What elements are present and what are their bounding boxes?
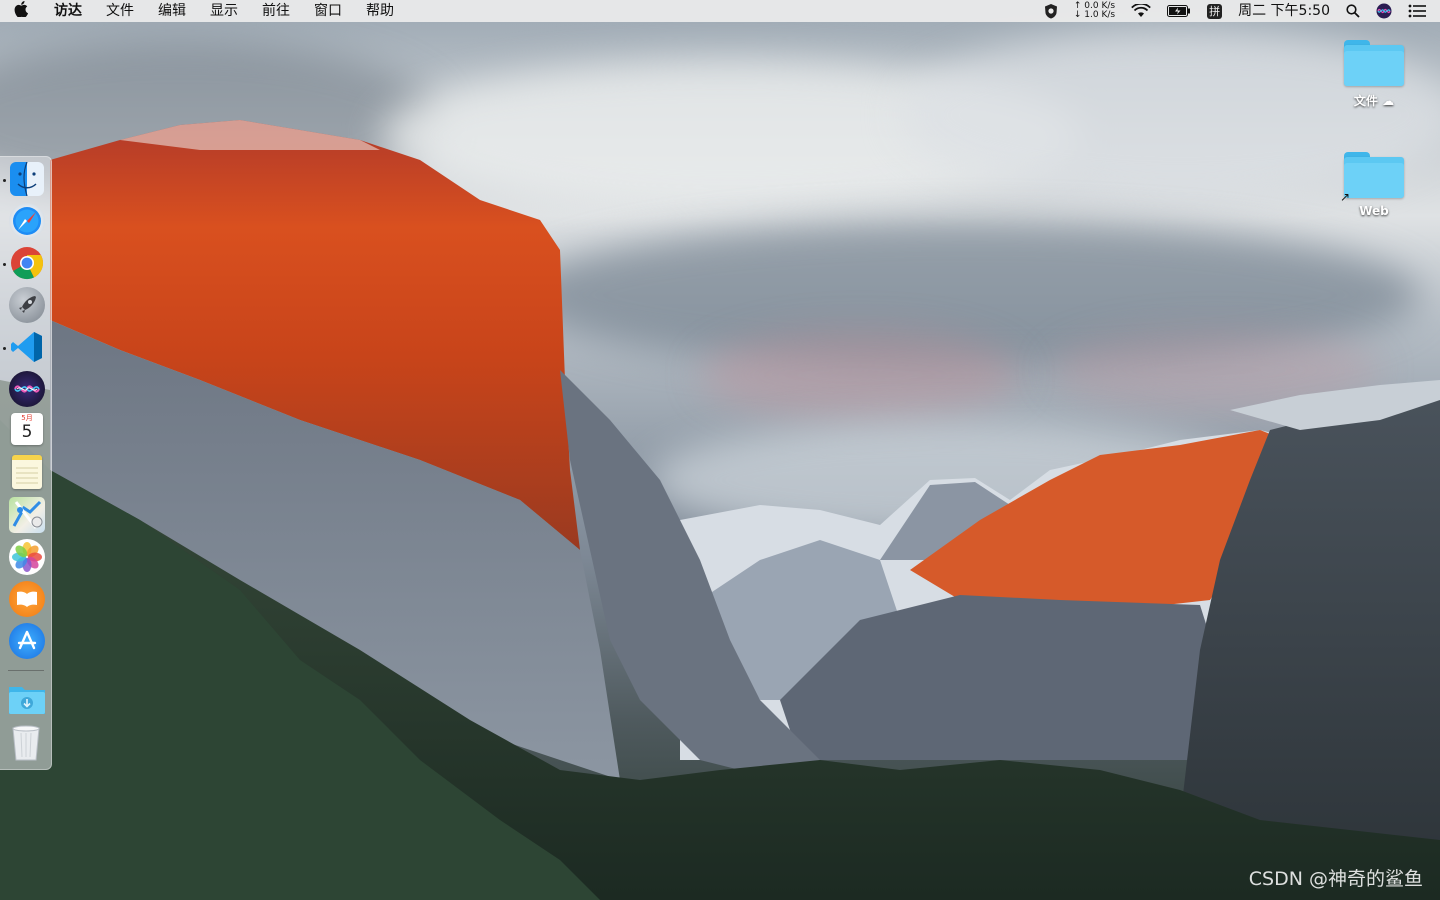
dock-photos-icon[interactable] <box>9 539 45 575</box>
alias-arrow-icon: ↗ <box>1340 190 1351 204</box>
battery-icon[interactable] <box>1159 5 1199 17</box>
menubar-clock[interactable]: 周二 下午5:50 <box>1230 0 1338 22</box>
menu-view[interactable]: 显示 <box>198 0 250 22</box>
desktop-icon-label: Web <box>1359 204 1389 218</box>
dock-calendar-icon[interactable]: 5月 5 <box>11 413 43 445</box>
dock-notes-icon[interactable] <box>12 455 42 489</box>
dock-chrome-icon[interactable] <box>9 245 45 281</box>
running-indicator <box>3 179 6 182</box>
dock-vscode-icon[interactable] <box>9 329 45 365</box>
watermark-text: CSDN @神奇的鲨鱼 <box>1248 868 1423 890</box>
running-indicator <box>3 263 6 266</box>
network-speed-monitor[interactable]: ↑ 0.0 K/s ↓ 1.0 K/s <box>1066 2 1123 20</box>
spotlight-search-icon[interactable] <box>1338 4 1368 18</box>
menu-file[interactable]: 文件 <box>94 0 146 22</box>
menu-window[interactable]: 窗口 <box>302 0 354 22</box>
folder-icon: ↗ <box>1340 152 1404 204</box>
desktop-icon-label: 文件 ☁ <box>1353 94 1395 108</box>
dock-launchpad-icon[interactable] <box>9 287 45 323</box>
menu-finder[interactable]: 访达 <box>42 0 94 22</box>
dock-books-icon[interactable] <box>9 581 45 617</box>
dock-maps-icon[interactable] <box>9 497 45 533</box>
wifi-icon[interactable] <box>1123 4 1159 18</box>
dock: 5月 5 <box>0 156 52 770</box>
landscape-graphic <box>0 120 1440 900</box>
menu-help[interactable]: 帮助 <box>354 0 406 22</box>
siri-icon[interactable] <box>1368 3 1400 19</box>
menu-bar: 访达 文件 编辑 显示 前往 窗口 帮助 ↑ 0.0 K/s ↓ 1.0 K/s… <box>0 0 1440 22</box>
dock-siri-icon[interactable] <box>9 371 45 407</box>
dock-downloads-icon[interactable] <box>8 683 46 715</box>
folder-icon <box>1344 40 1404 86</box>
dock-trash-icon[interactable] <box>12 725 40 761</box>
menu-go[interactable]: 前往 <box>250 0 302 22</box>
net-download-speed: ↓ 1.0 K/s <box>1073 10 1116 20</box>
input-method-indicator[interactable]: 拼 <box>1199 3 1230 19</box>
dock-separator <box>8 670 44 671</box>
icloud-icon: ☁ <box>1382 94 1395 108</box>
desktop-folder-web[interactable]: ↗ Web <box>1334 152 1414 218</box>
dock-finder-icon[interactable] <box>10 162 44 196</box>
security-shield-icon[interactable] <box>1036 3 1066 19</box>
dock-appstore-icon[interactable] <box>9 623 45 659</box>
desktop-folder-files[interactable]: 文件 ☁ <box>1334 40 1414 109</box>
running-indicator <box>3 347 6 350</box>
apple-logo-icon[interactable] <box>0 1 42 21</box>
desktop-wallpaper <box>0 0 1440 900</box>
notification-center-icon[interactable] <box>1400 4 1440 18</box>
calendar-day: 5 <box>21 422 33 442</box>
dock-safari-icon[interactable] <box>9 203 45 239</box>
menu-edit[interactable]: 编辑 <box>146 0 198 22</box>
